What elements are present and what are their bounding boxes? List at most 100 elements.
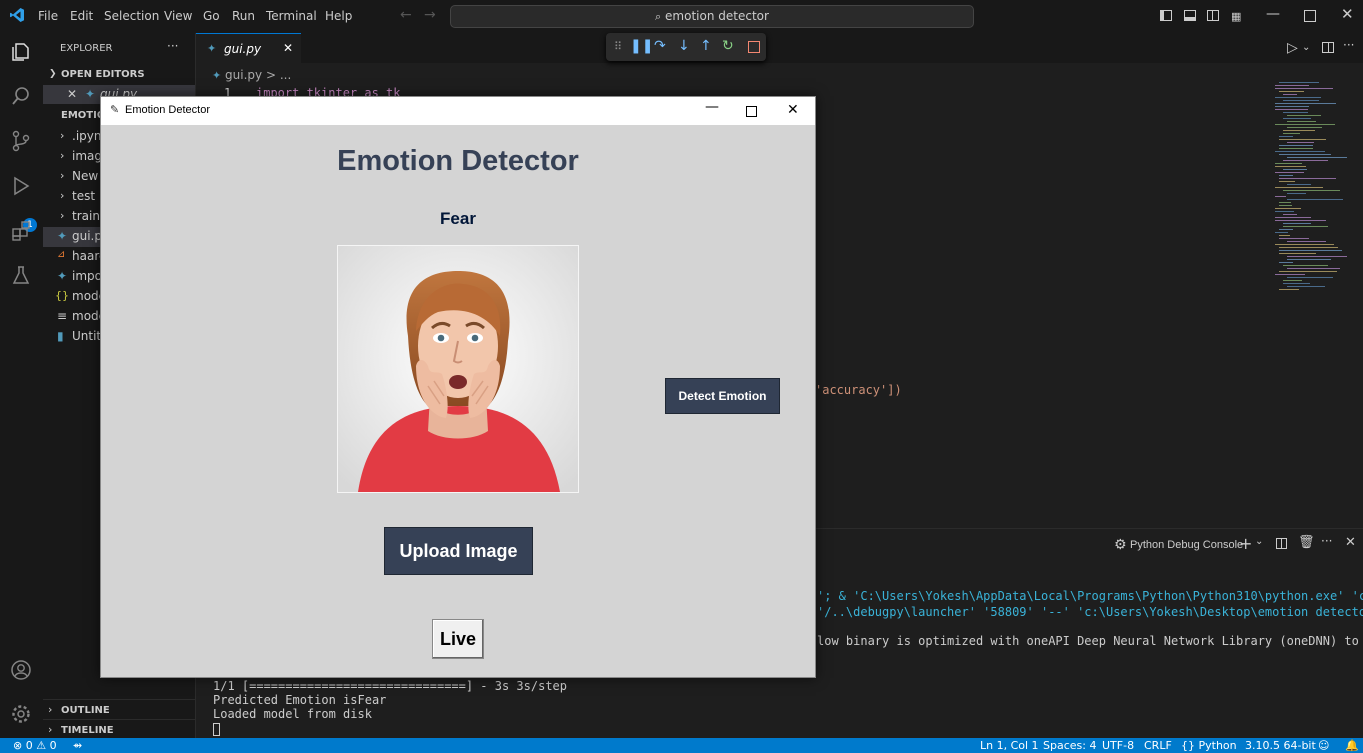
window-close-icon[interactable]: ✕ bbox=[787, 102, 799, 118]
live-button[interactable]: Live bbox=[432, 619, 484, 659]
chevron-down-icon[interactable]: ❯ bbox=[49, 69, 57, 79]
upload-image-button[interactable]: Upload Image bbox=[384, 527, 533, 575]
new-terminal-icon[interactable]: + bbox=[1239, 534, 1252, 553]
split-editor-icon[interactable] bbox=[1322, 42, 1334, 53]
split-terminal-icon[interactable] bbox=[1276, 538, 1287, 549]
timeline-section[interactable]: › TIMELINE bbox=[43, 719, 195, 739]
minimap-line bbox=[1275, 187, 1323, 188]
layout-sidebar-icon[interactable] bbox=[1160, 10, 1172, 21]
menu-go[interactable]: Go bbox=[203, 9, 220, 23]
minimap-line bbox=[1279, 235, 1290, 236]
chevron-down-icon[interactable]: ⌄ bbox=[1255, 536, 1263, 547]
minimap-line bbox=[1279, 247, 1338, 248]
close-tab-icon[interactable]: ✕ bbox=[283, 41, 293, 55]
menu-file[interactable]: File bbox=[38, 9, 58, 23]
account-icon[interactable] bbox=[8, 659, 34, 685]
app-heading: Emotion Detector bbox=[337, 145, 579, 177]
menu-terminal[interactable]: Terminal bbox=[266, 9, 317, 23]
run-icon[interactable]: ▷ bbox=[1287, 40, 1298, 56]
minimap-line bbox=[1275, 220, 1326, 221]
step-over-icon[interactable]: ↷ bbox=[654, 38, 666, 54]
extensions-icon[interactable] bbox=[8, 220, 34, 246]
feedback-icon[interactable]: ☺ bbox=[1318, 739, 1329, 752]
stop-icon[interactable] bbox=[748, 41, 760, 53]
minimap-line bbox=[1283, 283, 1310, 284]
restart-icon[interactable]: ↻ bbox=[722, 38, 734, 54]
minimap-line bbox=[1279, 250, 1342, 251]
editor-more-icon[interactable]: ··· bbox=[1343, 38, 1354, 52]
step-out-icon[interactable]: ↑ bbox=[700, 38, 712, 54]
trash-icon[interactable]: 🗑 bbox=[1298, 535, 1315, 550]
list-item-label: impo bbox=[72, 269, 102, 283]
terminal-line: '/..\debugpy\launcher' '58809' '--' 'c:\… bbox=[817, 605, 1363, 619]
encoding[interactable]: UTF-8 bbox=[1102, 739, 1134, 752]
menu-help[interactable]: Help bbox=[325, 9, 352, 23]
minimap-line bbox=[1279, 145, 1313, 146]
minimap-line bbox=[1275, 97, 1321, 98]
window-title-bar[interactable]: ✎ Emotion Detector — ✕ bbox=[101, 97, 815, 125]
outline-header: OUTLINE bbox=[61, 705, 110, 716]
python-file-icon: ✦ bbox=[85, 87, 96, 101]
close-editor-icon[interactable]: ✕ bbox=[67, 87, 77, 101]
outline-section[interactable]: › OUTLINE bbox=[43, 699, 195, 720]
search-icon[interactable] bbox=[8, 85, 34, 111]
breadcrumb[interactable]: ✦ gui.py > ... bbox=[212, 68, 291, 82]
minimap-line bbox=[1283, 133, 1300, 134]
terminal-selector[interactable]: Python Debug Console bbox=[1130, 539, 1243, 551]
source-control-icon[interactable] bbox=[8, 130, 34, 156]
language-mode[interactable]: {} Python bbox=[1181, 739, 1237, 752]
minimap-line bbox=[1287, 256, 1347, 257]
minimap[interactable] bbox=[1275, 82, 1353, 292]
close-icon[interactable]: ✕ bbox=[1341, 5, 1354, 23]
command-center-search[interactable]: ⌕ emotion detector bbox=[450, 5, 974, 28]
indentation[interactable]: Spaces: 4 bbox=[1043, 739, 1096, 752]
menu-view[interactable]: View bbox=[164, 9, 192, 23]
menu-selection[interactable]: Selection bbox=[104, 9, 159, 23]
tab-gui-py[interactable]: ✦ gui.py ✕ bbox=[196, 33, 301, 64]
settings-gear-icon[interactable] bbox=[8, 703, 34, 729]
step-into-icon[interactable]: ↓ bbox=[678, 38, 690, 54]
minimap-line bbox=[1279, 148, 1313, 149]
minimap-line bbox=[1275, 124, 1335, 125]
activity-bar: 1 bbox=[0, 33, 43, 738]
minimap-line bbox=[1275, 208, 1301, 209]
detect-emotion-button[interactable]: Detect Emotion bbox=[665, 378, 780, 414]
menu-edit[interactable]: Edit bbox=[70, 9, 93, 23]
chevron-down-icon[interactable]: ⌄ bbox=[1302, 42, 1310, 53]
problems-indicator[interactable]: ⊗ 0 ⚠ 0 bbox=[13, 739, 57, 752]
cursor-position[interactable]: Ln 1, Col 1 bbox=[980, 739, 1039, 752]
layout-panel-icon[interactable] bbox=[1184, 10, 1196, 21]
minimap-line bbox=[1275, 106, 1309, 107]
debug-status-icon[interactable]: ⇴ bbox=[73, 739, 82, 752]
open-editors-header[interactable]: OPEN EDITORS bbox=[61, 69, 145, 80]
end-of-line[interactable]: CRLF bbox=[1144, 739, 1172, 752]
list-item-label: test bbox=[72, 189, 96, 203]
window-maximize-icon[interactable] bbox=[746, 106, 757, 117]
minimize-icon[interactable]: — bbox=[1266, 6, 1280, 22]
warning-icon: ⚠ bbox=[36, 739, 47, 752]
python-file-icon: ✦ bbox=[207, 42, 217, 55]
panel-more-icon[interactable]: ··· bbox=[1321, 534, 1332, 548]
breadcrumb-text: gui.py > ... bbox=[225, 68, 292, 82]
customize-layout-icon[interactable]: ▦ bbox=[1231, 10, 1241, 23]
interpreter-version[interactable]: 3.10.5 64-bit bbox=[1245, 739, 1316, 752]
testing-flask-icon[interactable] bbox=[8, 264, 34, 290]
pause-icon[interactable]: ❚❚ bbox=[630, 38, 653, 54]
run-debug-icon[interactable] bbox=[8, 175, 34, 201]
close-panel-icon[interactable]: ✕ bbox=[1345, 535, 1356, 550]
back-arrow-icon[interactable]: ← bbox=[400, 7, 412, 23]
minimap-line bbox=[1283, 160, 1328, 161]
explorer-icon[interactable] bbox=[8, 41, 34, 67]
terminal-cursor bbox=[213, 723, 220, 736]
menu-run[interactable]: Run bbox=[232, 9, 255, 23]
drag-handle-icon[interactable]: ⠿ bbox=[614, 40, 622, 53]
restore-icon[interactable] bbox=[1304, 10, 1316, 22]
layout-secondary-sidebar-icon[interactable] bbox=[1207, 10, 1219, 21]
minimap-line bbox=[1275, 211, 1294, 212]
more-actions-icon[interactable]: ··· bbox=[167, 39, 178, 53]
minimap-line bbox=[1275, 217, 1311, 218]
forward-arrow-icon[interactable]: → bbox=[424, 7, 436, 23]
minimap-line bbox=[1275, 109, 1308, 110]
notifications-bell-icon[interactable]: 🔔 bbox=[1345, 739, 1359, 752]
window-minimize-icon[interactable]: — bbox=[705, 99, 719, 115]
